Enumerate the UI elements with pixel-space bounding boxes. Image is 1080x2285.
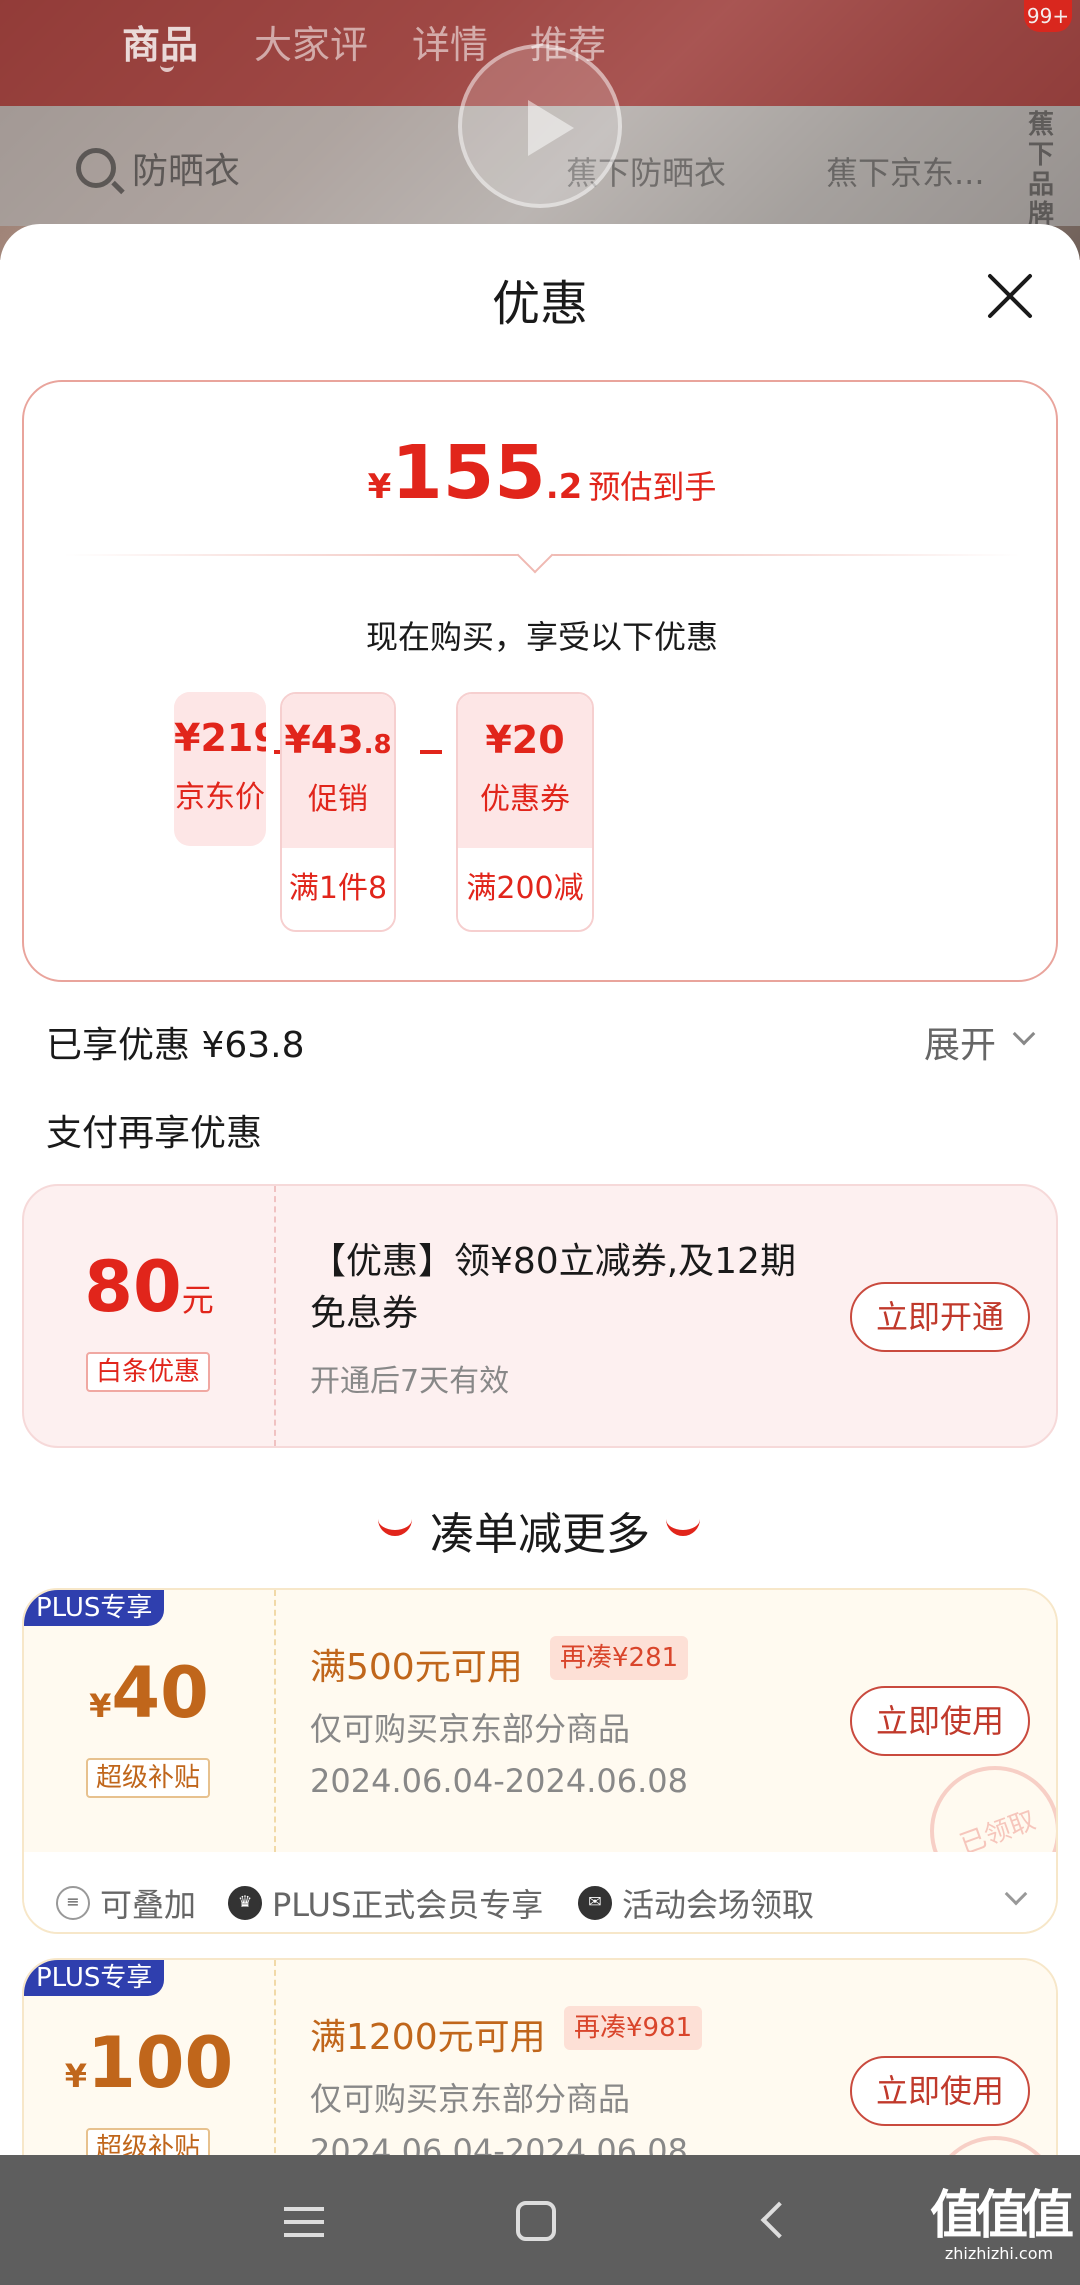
search-suggestion-chip[interactable]: 蕉下京东... [826,148,985,194]
plus-exclusive-tag: PLUS专享 [24,1960,165,1996]
coupon-remaining-badge: 再凑¥981 [564,2006,703,2050]
breakdown-amount: ¥20 [485,718,565,762]
message-count-badge: 99+ [1024,0,1072,32]
coupon-validity-date: 2024.06.04-2024.06.08 [310,2132,688,2155]
more-savings-title: 凑单减更多 [430,1509,650,1560]
baitiao-amount: 80元 [84,1246,214,1328]
coupon-threshold: 满1200元可用 [310,2017,546,2058]
coupon-remaining-badge: 再凑¥281 [550,1636,689,1680]
plus-exclusive-tag: PLUS专享 [24,1590,165,1626]
feature-stackable: 可叠加 [100,1886,197,1924]
stack-icon: ≡ [56,1886,90,1920]
savings-summary: 已享优惠 ¥63.8 [46,1025,305,1066]
crown-icon: ♛ [228,1886,262,1920]
sheet-title: 优惠 [491,276,588,332]
watermark-domain: zhizhizhi.com [944,2244,1054,2263]
baitiao-tag: 白条优惠 [86,1352,211,1392]
tab-details[interactable]: 详情 [412,14,488,69]
baitiao-title: 【优惠】领¥80立减券,及12期免息券 [310,1241,796,1334]
breakdown-name: 促销 [308,782,368,817]
tab-product[interactable]: 商品 [122,14,198,69]
coupon-scope: 仅可购买京东部分商品 [310,2080,631,2118]
estimated-price-label: 预估到手 [588,468,717,506]
back-icon[interactable] [760,2201,798,2239]
estimated-price-integer: 155 [391,430,546,516]
buy-note: 现在购买，享受以下优惠 [365,618,718,656]
coupon-amount: ¥100 [64,2022,234,2104]
feature-plus-member: PLUS正式会员专享 [272,1886,544,1924]
breakdown-condition: 满200减20 [458,848,592,930]
plus-coupon-card: PLUS专享 ¥100 超级补贴 满1200元可用 再凑¥981 仅可购买京东部… [22,1958,1058,2155]
chevron-down-icon[interactable] [1012,1022,1036,1046]
breakdown-amount: ¥219 [174,716,266,760]
system-navigation-bar: 值值值 zhizhizhi.com [0,2155,1080,2285]
expand-button[interactable]: 展开 [924,1016,996,1068]
breakdown-condition: 满1件8折 [282,848,394,930]
coupon-tag: 超级补贴 [86,1758,211,1798]
home-icon[interactable] [516,2201,556,2241]
product-page-background: 商品 大家评 详情 推荐 99+ 防晒衣 蕉下防晒衣 蕉下京东... 蕉下品牌 [0,0,1080,260]
baitiao-offer-card: 80元 白条优惠 【优惠】领¥80立减券,及12期免息券 开通后7天有效 立即开… [22,1184,1058,1448]
plus-coupon-card: PLUS专享 ¥40 超级补贴 满500元可用 再凑¥281 仅可购买京东部分商… [22,1588,1058,1934]
breakdown-jd-price-box: ¥219 京东价 [174,692,266,846]
estimated-price: ¥155.2 预估到手 [24,430,1060,516]
use-now-button[interactable]: 立即使用 [850,1686,1031,1756]
discount-sheet: 优惠 ¥155.2预估到手 现在购买，享受以下优惠 ¥219 京东价 ¥43.8… [0,224,1080,2155]
recent-apps-icon[interactable] [284,2207,324,2237]
coupon-validity-date: 2024.06.04-2024.06.08 [310,1762,688,1800]
price-estimate-card: ¥155.2预估到手 现在购买，享受以下优惠 ¥219 京东价 ¥43.8 促销… [22,380,1058,982]
venue-icon: ✉ [578,1886,612,1920]
play-video-icon[interactable] [458,44,622,208]
payment-offers-title: 支付再享优惠 [46,1113,263,1154]
search-icon [76,148,116,188]
activate-button[interactable]: 立即开通 [850,1282,1031,1352]
dashed-divider [274,1960,276,2155]
breakdown-name: 京东价 [175,780,265,815]
breakdown-promotion: ¥43.8 促销 满1件8折 [280,692,396,932]
baitiao-validity: 开通后7天有效 [310,1364,510,1399]
watermark-brand: 值值值 [929,2186,1074,2246]
dashed-divider [274,1186,276,1446]
coupon-tag: 超级补贴 [86,2128,211,2155]
coupon-scope: 仅可购买京东部分商品 [310,1710,631,1748]
divider-pointer [516,536,554,574]
minus-sign [420,750,442,754]
coupon-threshold: 满500元可用 [310,1647,523,1688]
feature-venue-claim: 活动会场领取 [622,1886,815,1924]
close-icon[interactable] [984,270,1036,322]
breakdown-amount: ¥43.8 [284,718,392,762]
search-input[interactable]: 防晒衣 [132,142,240,194]
tab-reviews[interactable]: 大家评 [254,14,368,69]
use-now-button[interactable]: 立即使用 [850,2056,1031,2126]
coupon-amount: ¥40 [89,1652,209,1734]
dashed-divider [274,1590,276,1852]
breakdown-coupon: ¥20 优惠券 满200减20 [456,692,594,932]
breakdown-name: 优惠券 [480,782,570,817]
currency-symbol: ¥ [367,467,392,507]
watermark-logo: 值值值 zhizhizhi.com [924,2173,1074,2263]
brand-vertical-label: 蕉下品牌 [1028,110,1055,230]
estimated-price-decimal: .2 [545,467,583,507]
